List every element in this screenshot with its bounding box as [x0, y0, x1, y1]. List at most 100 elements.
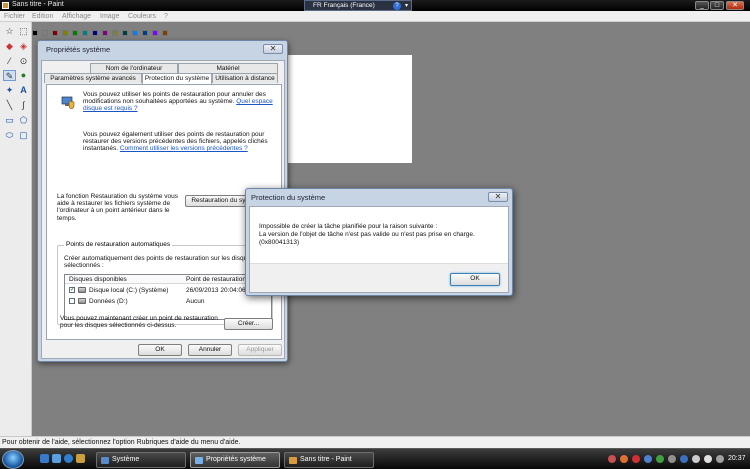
start-button[interactable] [2, 450, 24, 469]
paint-toolbox: ☆ ⬚ ◆ ◈ ⁄ ⊙ ✎ ● ✦ A ╲ ∫ ▭ ⬠ ⬭ ▢ [0, 22, 32, 446]
quick-launch-icon[interactable] [76, 454, 85, 463]
taskbar-item-systeme[interactable]: Système [96, 452, 186, 468]
shadow-copy-paragraph: Vous pouvez également utiliser des point… [83, 131, 275, 153]
properties-window-icon [195, 457, 203, 464]
palette-swatch[interactable] [32, 30, 38, 36]
security-alert-icon[interactable] [632, 455, 640, 463]
palette-swatch[interactable] [92, 30, 98, 36]
close-button[interactable]: ✕ [726, 1, 744, 10]
paint-canvas[interactable] [274, 55, 412, 163]
maximize-button[interactable]: □ [710, 1, 724, 10]
palette-swatch[interactable] [142, 30, 148, 36]
polygon-icon[interactable]: ⬠ [17, 115, 30, 126]
error-dialog-body: Impossible de créer la tâche planifiée p… [249, 206, 509, 293]
menu-affichage[interactable]: Affichage [62, 13, 91, 20]
menu-couleurs[interactable]: Couleurs [128, 13, 156, 20]
show-desktop-icon[interactable] [40, 454, 49, 463]
tab-hardware[interactable]: Matériel [178, 63, 278, 73]
palette-swatch[interactable] [62, 30, 68, 36]
internet-explorer-icon[interactable] [64, 454, 73, 463]
tray-icon[interactable] [656, 455, 664, 463]
tray-icon[interactable] [644, 455, 652, 463]
clock[interactable]: 20:37 [728, 455, 746, 462]
eraser-icon[interactable]: ◆ [3, 41, 16, 52]
rounded-rect-icon[interactable]: ▢ [17, 130, 30, 141]
menu-help[interactable]: ? [164, 13, 168, 20]
error-dialog-footer: OK [250, 263, 508, 292]
sysprop-close-button[interactable]: ✕ [263, 44, 283, 54]
computer-shield-icon [61, 96, 75, 109]
disk-d-checkbox[interactable] [69, 298, 75, 304]
data-disk-icon [78, 298, 86, 304]
taskbar-item-proprietes[interactable]: Propriétés système [190, 452, 280, 468]
ok-button[interactable]: OK [138, 344, 182, 356]
palette-swatch[interactable] [72, 30, 78, 36]
disk-list[interactable]: Disques disponibles Point de restauratio… [64, 274, 272, 320]
disk-c-checkbox[interactable]: ✓ [69, 287, 75, 293]
rect-select-icon[interactable]: ⬚ [17, 26, 30, 37]
taskbar-label: Système [112, 456, 140, 463]
palette-swatch[interactable] [42, 30, 48, 36]
disk-d-name: Données (D:) [89, 298, 128, 305]
tray-icon[interactable] [668, 455, 676, 463]
column-available-disks[interactable]: Disques disponibles [69, 276, 127, 283]
tab-remote[interactable]: Utilisation à distance [212, 73, 278, 83]
menu-fichier[interactable]: Fichier [4, 13, 25, 20]
pencil-icon[interactable]: ✎ [3, 70, 16, 81]
paint-status-bar: Pour obtenir de l'aide, sélectionnez l'o… [0, 436, 750, 448]
taskbar-item-paint[interactable]: Sans titre - Paint [284, 452, 374, 468]
palette-swatch[interactable] [52, 30, 58, 36]
auto-restore-group: Points de restauration automatiques Crée… [57, 241, 273, 325]
tab-system-protection[interactable]: Protection du système [142, 73, 212, 84]
tab-computer-name[interactable]: Nom de l'ordinateur [90, 63, 178, 73]
auto-restore-text: Créer automatiquement des points de rest… [64, 255, 255, 270]
rectangle-icon[interactable]: ▭ [3, 115, 16, 126]
palette-swatch[interactable] [112, 30, 118, 36]
magnifier-icon[interactable]: ⊙ [17, 56, 30, 67]
tab-advanced[interactable]: Paramètres système avancés [44, 73, 142, 83]
intro-paragraph: Vous pouvez utiliser les points de resta… [83, 91, 275, 113]
text-tool-icon[interactable]: A [17, 85, 30, 96]
create-button[interactable]: Créer... [224, 318, 273, 330]
network-icon[interactable] [680, 455, 688, 463]
brush-icon[interactable]: ● [17, 70, 30, 81]
palette-swatch[interactable] [102, 30, 108, 36]
tray-icon[interactable] [716, 455, 724, 463]
palette-swatch[interactable] [82, 30, 88, 36]
switch-windows-icon[interactable] [52, 454, 61, 463]
paint-window-icon [289, 457, 297, 464]
language-bar[interactable]: FR Français (France) ? ▾ [304, 0, 412, 11]
disk-d-point: Aucun [186, 298, 205, 305]
menu-edition[interactable]: Edition [32, 13, 53, 20]
tray-icon[interactable] [692, 455, 700, 463]
apply-button[interactable]: Appliquer [238, 344, 282, 356]
palette-swatch[interactable] [162, 30, 168, 36]
minimize-button[interactable]: _ [695, 1, 709, 10]
palette-swatch[interactable] [152, 30, 158, 36]
tray-icon[interactable] [608, 455, 616, 463]
line-icon[interactable]: ╲ [3, 100, 16, 111]
table-row[interactable]: Données (D:) Aucun [65, 297, 271, 306]
palette-swatch[interactable] [132, 30, 138, 36]
curve-icon[interactable]: ∫ [17, 100, 30, 111]
error-message-line1: Impossible de créer la tâche planifiée p… [259, 223, 438, 230]
menu-image[interactable]: Image [100, 13, 119, 20]
status-help-text: Pour obtenir de l'aide, sélectionnez l'o… [2, 439, 241, 446]
color-picker-icon[interactable]: ⁄ [3, 56, 16, 67]
ellipse-icon[interactable]: ⬭ [3, 130, 16, 141]
free-select-icon[interactable]: ☆ [3, 26, 16, 37]
volume-icon[interactable] [704, 455, 712, 463]
protection-error-dialog: Protection du système ✕ Impossible de cr… [245, 188, 513, 296]
column-restore-point[interactable]: Point de restauration [186, 276, 246, 283]
airbrush-icon[interactable]: ✦ [3, 85, 16, 96]
error-close-button[interactable]: ✕ [488, 192, 508, 202]
previous-versions-link[interactable]: Comment utiliser les versions précédente… [120, 145, 248, 152]
palette-swatch[interactable] [122, 30, 128, 36]
cancel-button[interactable]: Annuler [188, 344, 232, 356]
fill-bucket-icon[interactable]: ◈ [17, 41, 30, 52]
table-row[interactable]: ✓ Disque local (C:) (Système) 26/09/2013… [65, 286, 271, 295]
language-options-icon[interactable]: ▾ [405, 2, 408, 9]
error-ok-button[interactable]: OK [450, 273, 500, 286]
help-icon[interactable]: ? [393, 2, 401, 10]
tray-icon[interactable] [620, 455, 628, 463]
